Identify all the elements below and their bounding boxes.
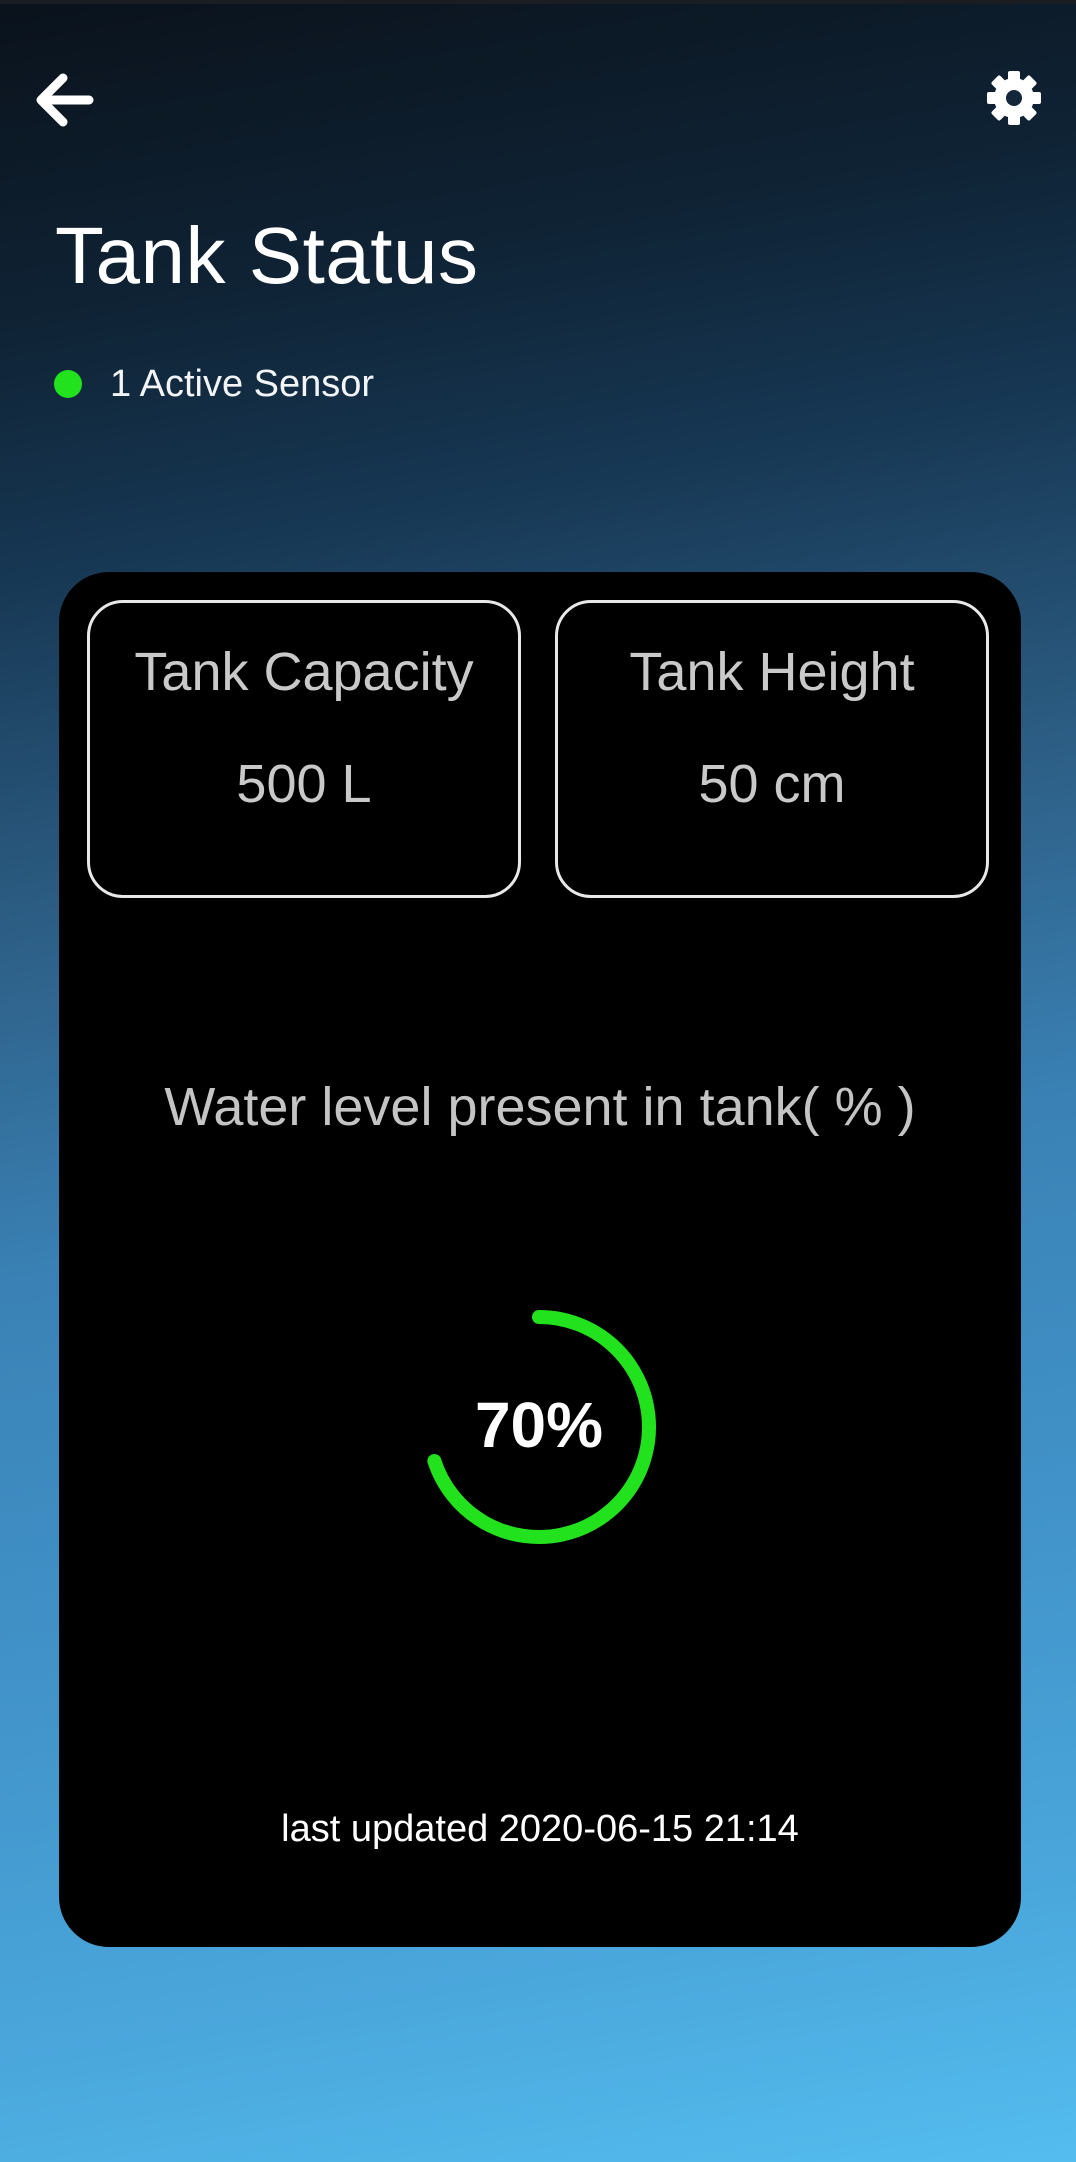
status-strip	[0, 0, 1076, 4]
back-button[interactable]	[28, 64, 100, 136]
status-dot	[54, 370, 82, 398]
arrow-left-icon	[36, 73, 94, 127]
settings-button[interactable]	[976, 60, 1052, 136]
sensor-status: 1 Active Sensor	[54, 362, 375, 405]
water-level-percent: 70%	[474, 1389, 604, 1461]
last-updated: last updated 2020-06-15 21:14	[281, 1808, 799, 1850]
tank-height-box: Tank Height 50 cm	[555, 600, 989, 898]
tank-height-label: Tank Height	[629, 642, 915, 702]
sensor-label: 1 Active Sensor	[110, 362, 375, 405]
water-level-gauge: 70%	[414, 1302, 664, 1552]
tank-capacity-box: Tank Capacity 500 L	[87, 600, 521, 898]
page-title: Tank Status	[55, 211, 479, 300]
gear-icon	[987, 71, 1041, 125]
tank-card: Tank Capacity 500 L Tank Height 50 cm Wa…	[59, 572, 1021, 1947]
tank-height-value: 50 cm	[698, 754, 846, 814]
water-level-caption: Water level present in tank( % )	[164, 1077, 916, 1137]
tank-capacity-label: Tank Capacity	[134, 642, 474, 702]
tank-capacity-value: 500 L	[236, 754, 372, 814]
